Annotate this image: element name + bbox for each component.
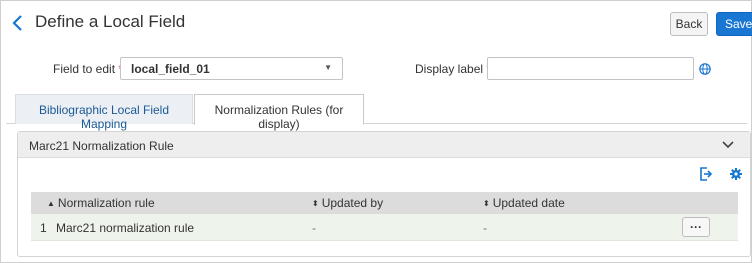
table-row[interactable]: 1 Marc21 normalization rule - - ··· <box>31 214 738 241</box>
chevron-down-icon[interactable] <box>722 140 734 150</box>
field-to-edit-label-text: Field to edit <box>53 62 116 76</box>
save-button[interactable]: Save <box>716 12 752 36</box>
column-normalization-rule[interactable]: ▲ Normalization rule <box>47 196 155 210</box>
page-header: Define a Local Field Back Save <box>1 1 752 45</box>
column-updated-date[interactable]: ⬍ Updated date <box>483 196 565 210</box>
globe-icon[interactable] <box>699 63 711 75</box>
page-frame: Define a Local Field Back Save Field to … <box>0 0 752 263</box>
caret-down-icon: ▼ <box>324 63 332 72</box>
row-index: 1 <box>40 221 47 235</box>
rule-name: Marc21 normalization rule <box>56 221 195 235</box>
table-header: ▲ Normalization rule ⬍ Updated by ⬍ Updated… <box>31 192 738 214</box>
display-label-input[interactable] <box>487 57 694 80</box>
normalization-rule-panel: Marc21 Normalization Rule ▲ Normalization… <box>17 131 751 257</box>
chevron-left-icon[interactable] <box>11 14 25 32</box>
display-label-label: Display label * <box>415 62 491 76</box>
updated-date-value: - <box>483 221 487 235</box>
column-label: Updated by <box>321 196 384 210</box>
updated-by-value: - <box>312 221 316 235</box>
export-icon[interactable] <box>699 167 713 181</box>
panel-header[interactable]: Marc21 Normalization Rule <box>18 132 750 158</box>
field-to-edit-select[interactable]: local_field_01 ▼ <box>120 57 343 80</box>
sort-icon: ⬍ <box>483 199 490 208</box>
sort-asc-icon: ▲ <box>47 199 55 208</box>
back-button[interactable]: Back <box>670 12 708 36</box>
sort-icon: ⬍ <box>312 199 319 208</box>
page-title: Define a Local Field <box>35 12 186 31</box>
column-label: Updated date <box>492 196 565 210</box>
row-actions-button[interactable]: ··· <box>682 217 710 237</box>
panel-title: Marc21 Normalization Rule <box>29 139 174 153</box>
tab-normalization-rules[interactable]: Normalization Rules (for display) <box>194 94 364 131</box>
display-label-label-text: Display label <box>415 62 484 76</box>
field-to-edit-value: local_field_01 <box>131 62 210 76</box>
tab-bibliographic-local-field-mapping[interactable]: Bibliographic Local Field Mapping <box>15 94 193 131</box>
gear-icon[interactable] <box>730 168 742 180</box>
column-updated-by[interactable]: ⬍ Updated by <box>312 196 383 210</box>
column-label: Normalization rule <box>57 196 155 210</box>
field-to-edit-label: Field to edit * <box>53 62 123 76</box>
